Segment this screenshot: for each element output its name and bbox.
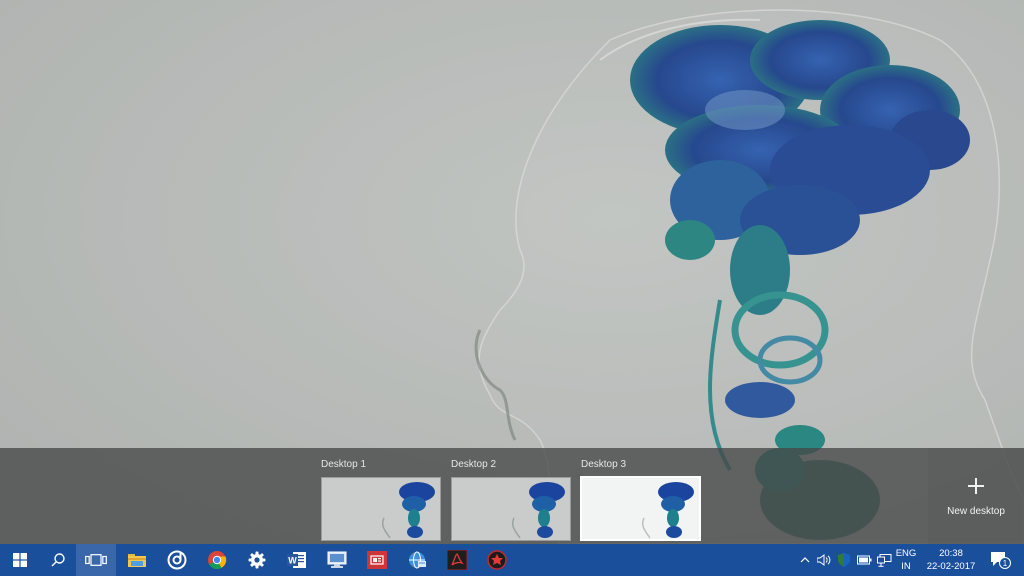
desktop-thumbnail-1[interactable]: Desktop 1 — [321, 452, 443, 541]
task-view-button[interactable] — [76, 544, 116, 576]
plus-icon — [968, 478, 984, 494]
desktop-label: Desktop 1 — [321, 459, 367, 470]
battery-icon — [856, 555, 871, 565]
acrobat-icon — [447, 550, 467, 570]
globe-app-icon — [409, 551, 426, 569]
search-icon — [51, 553, 65, 567]
acrobat-button[interactable] — [437, 544, 477, 576]
clock-date: 22-02-2017 — [926, 561, 976, 572]
volume-icon — [817, 554, 831, 566]
language-region: IN — [901, 561, 911, 572]
language-code: ENG — [895, 548, 917, 559]
virtual-desktops-bar: Desktop 1 Desktop 2 Desktop 3 — [0, 448, 1024, 544]
globe-app-button[interactable] — [397, 544, 437, 576]
show-hidden-icons-button[interactable] — [798, 544, 812, 576]
defender-button[interactable] — [836, 544, 852, 576]
desktop-preview — [580, 476, 701, 541]
network-icon — [876, 553, 891, 567]
volume-button[interactable] — [815, 544, 833, 576]
clock-time: 20:38 — [939, 548, 963, 559]
desktop-preview — [451, 477, 571, 541]
file-explorer-icon — [128, 554, 146, 567]
settings-button[interactable] — [237, 544, 277, 576]
battery-button[interactable] — [855, 544, 873, 576]
desktop-thumbnail-3[interactable]: Desktop 3 — [580, 452, 703, 541]
word-button[interactable]: W — [277, 544, 317, 576]
start-button[interactable] — [0, 544, 40, 576]
chrome-button[interactable] — [197, 544, 237, 576]
desktop-preview — [321, 477, 441, 541]
news-app-button[interactable] — [357, 544, 397, 576]
action-center-button[interactable]: 1 — [986, 544, 1016, 576]
news-app-icon — [367, 551, 387, 569]
red-app-icon — [487, 550, 507, 570]
task-view-overlay — [0, 0, 1024, 448]
file-explorer-button[interactable] — [117, 544, 157, 576]
groove-music-button[interactable] — [157, 544, 197, 576]
clock-button[interactable]: 20:38 22-02-2017 — [922, 544, 980, 576]
input-language-button[interactable]: ENG IN — [893, 544, 919, 576]
network-button[interactable] — [875, 544, 893, 576]
desktop-thumbnail-2[interactable]: Desktop 2 — [451, 452, 573, 541]
network-app-icon — [327, 551, 347, 568]
red-app-button[interactable] — [477, 544, 517, 576]
chevron-up-icon — [800, 557, 810, 563]
task-view-icon — [85, 554, 107, 566]
chrome-icon — [208, 551, 227, 570]
desktop-label: Desktop 2 — [451, 459, 497, 470]
taskbar: W ENG IN 20:38 22-02-2017 1 — [0, 544, 1024, 576]
notification-count: 1 — [1003, 559, 1008, 568]
desktop-label: Desktop 3 — [581, 459, 627, 470]
notification-icon: 1 — [991, 552, 1011, 569]
word-icon: W — [287, 552, 306, 568]
new-desktop-label: New desktop — [947, 506, 1005, 517]
settings-icon — [248, 551, 266, 569]
start-icon — [13, 553, 27, 567]
search-button[interactable] — [38, 544, 78, 576]
svg-text:W: W — [288, 556, 297, 566]
groove-music-icon — [167, 550, 187, 570]
network-app-button[interactable] — [317, 544, 357, 576]
new-desktop-button[interactable]: New desktop — [928, 448, 1024, 544]
shield-icon — [838, 553, 850, 567]
